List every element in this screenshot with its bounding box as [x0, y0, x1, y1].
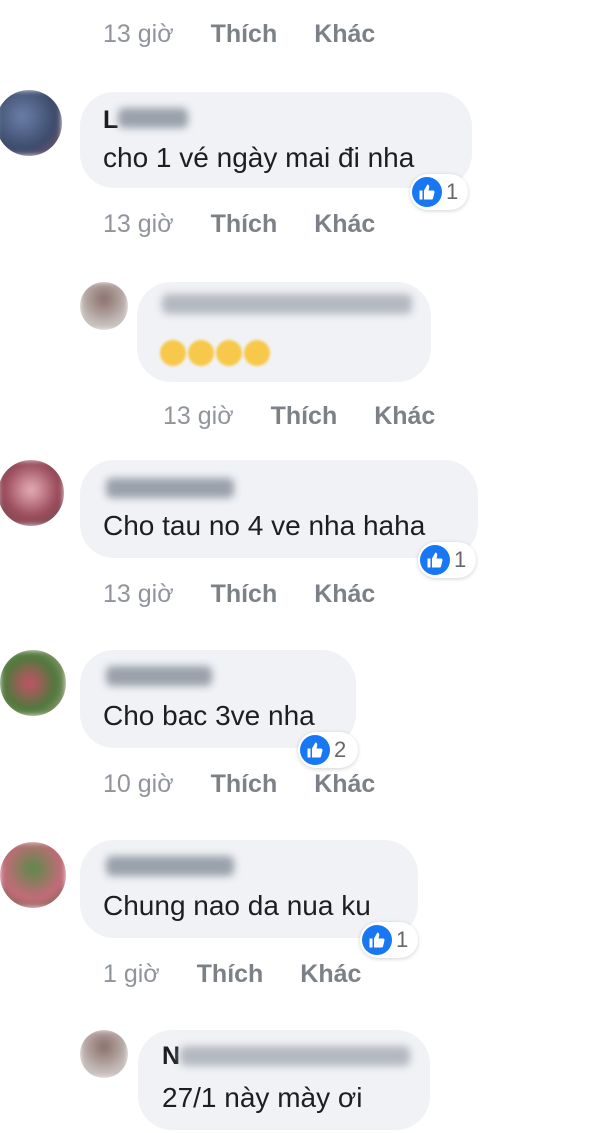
comment-text: Cho tau no 4 ve nha haha: [103, 510, 426, 541]
thumbs-up-icon: [362, 925, 392, 955]
more-link[interactable]: Khác: [314, 580, 375, 609]
blurred-name: [118, 108, 188, 128]
avatar[interactable]: [0, 842, 66, 908]
blurred-name: [162, 294, 412, 314]
comment-bubble: [80, 840, 418, 938]
reaction-summary[interactable]: 1: [360, 922, 418, 958]
comment-actions: 13 giờ Thích Khác: [103, 210, 375, 239]
timestamp: 10 giờ: [103, 770, 174, 798]
reaction-summary[interactable]: 1: [410, 174, 468, 210]
emoji-row: [160, 340, 272, 371]
laughing-emoji-icon: [188, 340, 214, 366]
reaction-summary[interactable]: 2: [298, 732, 358, 768]
comment-actions-top: 13 giờ Thích Khác: [103, 20, 375, 49]
comment-actions: 13 giờ Thích Khác: [103, 580, 375, 609]
timestamp: 1 giờ: [103, 960, 160, 988]
like-link[interactable]: Thích: [211, 580, 278, 609]
reaction-count: 1: [396, 927, 409, 952]
more-link[interactable]: Khác: [374, 402, 435, 431]
comment-bubble: [138, 1030, 430, 1130]
blurred-name: [180, 1046, 410, 1066]
like-link[interactable]: Thích: [211, 770, 278, 799]
like-link[interactable]: Thích: [271, 402, 338, 431]
comment-text: cho 1 vé ngày mai đi nha: [103, 142, 415, 173]
avatar[interactable]: [0, 650, 66, 716]
thumbs-up-icon: [412, 177, 442, 207]
timestamp: 13 giờ: [103, 210, 174, 238]
like-link[interactable]: Thích: [211, 210, 278, 239]
thumbs-up-icon: [300, 735, 330, 765]
comment-actions: 13 giờ Thích Khác: [163, 402, 435, 431]
laughing-emoji-icon: [216, 340, 242, 366]
more-link[interactable]: Khác: [314, 20, 375, 49]
reaction-count: 1: [446, 179, 459, 204]
thumbs-up-icon: [420, 545, 450, 575]
comment-text: Cho bac 3ve nha: [103, 700, 315, 731]
blurred-name: [106, 478, 234, 498]
blurred-name: [106, 856, 234, 876]
more-link[interactable]: Khác: [314, 210, 375, 239]
avatar[interactable]: [0, 90, 62, 156]
like-link[interactable]: Thích: [211, 20, 278, 49]
timestamp: 13 giờ: [103, 20, 174, 48]
more-link[interactable]: Khác: [300, 960, 361, 989]
avatar[interactable]: [80, 1030, 128, 1078]
comment-actions: 10 giờ Thích Khác: [103, 770, 375, 799]
comment-text: 27/1 này mày ơi: [162, 1082, 363, 1113]
reaction-count: 1: [454, 547, 467, 572]
comment-bubble: [80, 460, 478, 558]
more-link[interactable]: Khác: [314, 770, 375, 799]
like-link[interactable]: Thích: [197, 960, 264, 989]
comment-text: Chung nao da nua ku: [103, 890, 371, 921]
avatar[interactable]: [80, 282, 128, 330]
timestamp: 13 giờ: [103, 580, 174, 608]
blurred-name: [106, 666, 212, 686]
reaction-summary[interactable]: 1: [418, 542, 476, 578]
timestamp: 13 giờ: [163, 402, 234, 430]
commenter-name[interactable]: L: [103, 106, 118, 135]
commenter-name[interactable]: N: [162, 1042, 180, 1071]
comment-actions: 1 giờ Thích Khác: [103, 960, 361, 989]
avatar[interactable]: [0, 460, 64, 526]
laughing-emoji-icon: [160, 340, 186, 366]
reaction-count: 2: [334, 737, 347, 762]
laughing-emoji-icon: [244, 340, 270, 366]
